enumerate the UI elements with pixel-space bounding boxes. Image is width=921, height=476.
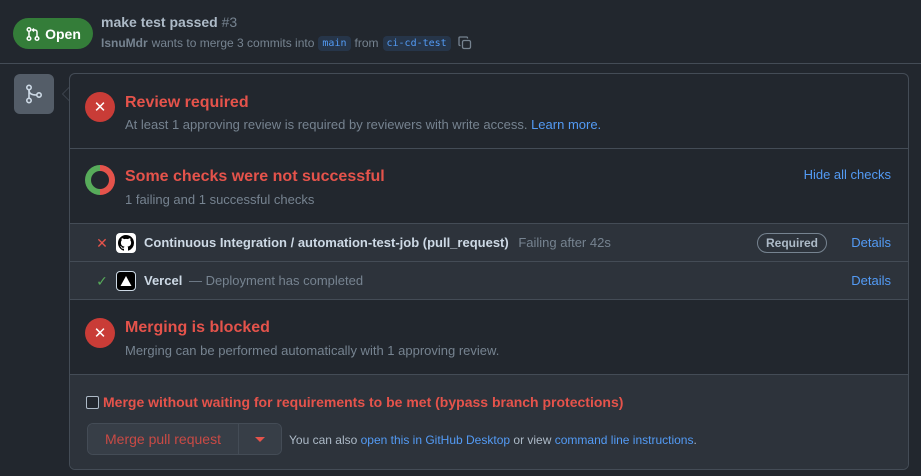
check-name-vercel: Vercel — Deployment has completed	[144, 273, 363, 288]
check-description-ci: Failing after 42s	[518, 235, 611, 250]
check-name-ci: Continuous Integration / automation-test…	[144, 235, 611, 250]
blocked-subtitle: Merging can be performed automatically w…	[125, 343, 500, 358]
vercel-triangle-icon	[120, 276, 132, 286]
git-pull-request-icon	[26, 26, 40, 41]
pr-state-badge: Open	[13, 18, 93, 49]
merge-button-group: Merge pull request	[87, 423, 282, 455]
learn-more-link[interactable]: Learn more.	[531, 117, 601, 132]
pr-header: Open make test passed #3 IsnuMdr wants t…	[0, 0, 921, 64]
or-view-text: or view	[513, 433, 552, 447]
git-merge-icon-box	[14, 74, 54, 114]
pr-from-text: from	[354, 36, 379, 50]
checks-status-donut-icon	[85, 165, 115, 195]
merge-pull-request-button[interactable]: Merge pull request	[88, 424, 239, 454]
git-merge-icon	[25, 84, 43, 104]
review-required-section: ✕ Review required At least 1 approving r…	[70, 74, 908, 149]
copy-icon[interactable]	[457, 35, 473, 51]
check-failed-icon: ✕	[96, 235, 108, 251]
check-row-ci: ✕ Continuous Integration / automation-te…	[70, 224, 908, 262]
pr-title: make test passed #3	[101, 14, 237, 30]
alternative-merge-text: You can also open this in GitHub Desktop…	[289, 433, 697, 447]
required-badge: Required	[757, 233, 828, 253]
vercel-icon	[116, 271, 136, 291]
pr-state-label: Open	[45, 25, 81, 42]
merge-box: ✕ Review required At least 1 approving r…	[69, 73, 909, 470]
check-success-icon: ✓	[96, 273, 108, 289]
checks-section: Some checks were not successful 1 failin…	[70, 149, 908, 224]
pr-author[interactable]: IsnuMdr	[101, 36, 148, 50]
github-desktop-link[interactable]: open this in GitHub Desktop	[361, 433, 510, 447]
triangle-down-icon	[255, 436, 265, 442]
check-description-vercel: — Deployment has completed	[188, 273, 364, 288]
base-branch[interactable]: main	[318, 35, 351, 51]
pr-meta: IsnuMdr wants to merge 3 commits into ma…	[101, 35, 473, 51]
review-subtitle-text: At least 1 approving review is required …	[125, 117, 528, 132]
merge-blocked-section: ✕ Merging is blocked Merging can be perf…	[70, 300, 908, 375]
github-logo-icon	[118, 235, 134, 251]
details-link-ci[interactable]: Details	[851, 235, 891, 250]
github-icon	[116, 233, 136, 253]
bypass-option[interactable]: Merge without waiting for requirements t…	[86, 394, 623, 410]
blocked-title: Merging is blocked	[125, 319, 270, 336]
x-circle-icon: ✕	[85, 318, 115, 348]
check-title-ci: Continuous Integration / automation-test…	[144, 235, 509, 250]
details-link-vercel[interactable]: Details	[851, 273, 891, 288]
checks-title: Some checks were not successful	[125, 168, 385, 185]
check-row-vercel: ✓ Vercel — Deployment has completed Deta…	[70, 262, 908, 300]
check-title-vercel: Vercel	[144, 273, 183, 288]
bypass-checkbox[interactable]	[86, 395, 99, 409]
head-branch[interactable]: ci-cd-test	[382, 35, 451, 51]
review-subtitle: At least 1 approving review is required …	[125, 117, 601, 132]
pr-title-text: make test passed	[101, 14, 218, 30]
x-circle-icon: ✕	[85, 92, 115, 122]
period-text: .	[693, 433, 697, 447]
pr-number: #3	[221, 14, 238, 30]
bypass-label[interactable]: Merge without waiting for requirements t…	[103, 394, 623, 410]
review-title: Review required	[125, 94, 249, 111]
pr-meta-text: wants to merge 3 commits into	[151, 36, 315, 50]
merge-actions-section: Merge without waiting for requirements t…	[70, 375, 908, 469]
also-prefix: You can also	[289, 433, 358, 447]
merge-box-pointer	[62, 87, 69, 101]
hide-all-checks-button[interactable]: Hide all checks	[804, 167, 891, 182]
merge-method-dropdown[interactable]	[239, 424, 281, 454]
command-line-instructions-link[interactable]: command line instructions	[555, 433, 694, 447]
checks-subtitle: 1 failing and 1 successful checks	[125, 192, 315, 207]
